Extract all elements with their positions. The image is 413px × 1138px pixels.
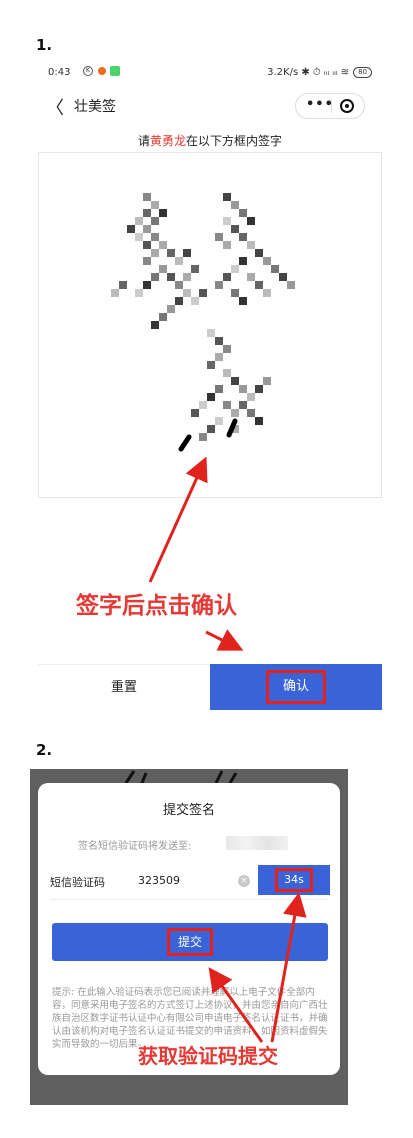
annotation-arrows-step2	[208, 892, 307, 1043]
annotation-get-code-submit: 获取验证码提交	[138, 1044, 278, 1068]
arrow-to-countdown	[270, 892, 307, 1043]
arrow-to-submit	[208, 967, 264, 1043]
